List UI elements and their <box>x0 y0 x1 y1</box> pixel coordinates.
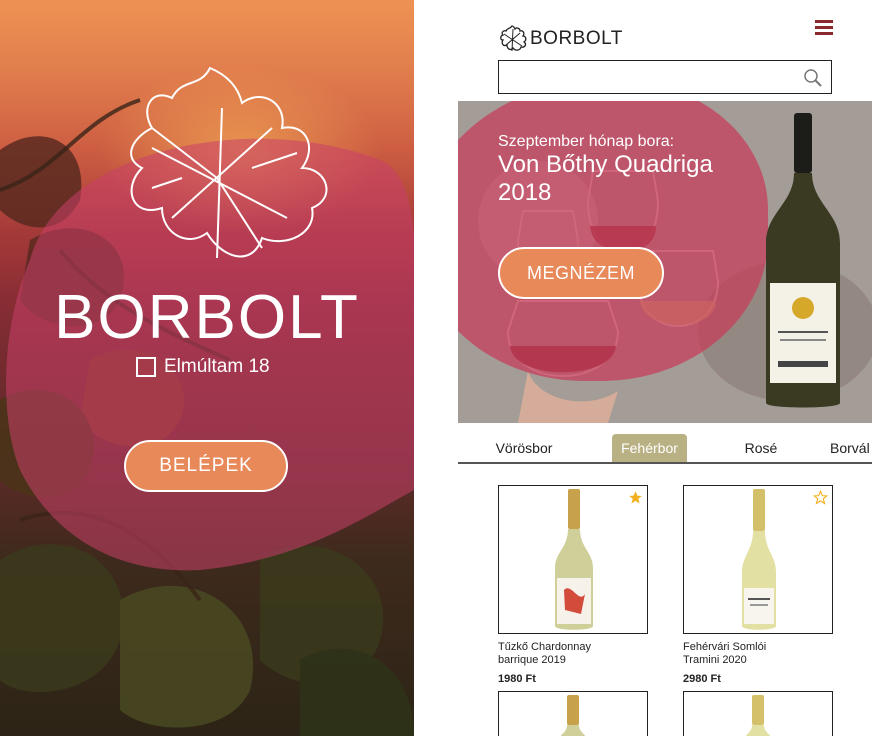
star-filled-icon[interactable] <box>628 490 643 505</box>
category-tabs: Vörösbor Fehérbor Rosé Borvál <box>458 434 872 464</box>
product-name-line2: Tramini 2020 <box>683 654 747 666</box>
featured-wine-banner[interactable]: Szeptember hónap bora: Von Bőthy Quadrig… <box>458 101 872 423</box>
header-logo[interactable]: BORBOLT <box>498 24 623 54</box>
product-name-line2: barrique 2019 <box>498 654 566 666</box>
search-icon[interactable] <box>803 68 823 88</box>
product-name-line1: Tűzkő Chardonnay <box>498 641 591 653</box>
grape-leaf-logo-icon <box>500 25 527 52</box>
product-name: Tűzkő Chardonnay barrique 2019 <box>498 641 648 667</box>
hamburger-menu-icon[interactable] <box>815 20 833 35</box>
tab-borvalogatas[interactable]: Borvál <box>830 434 872 462</box>
shop-screen: BORBOLT Szeptember hónap bora: Von Bőthy… <box>414 0 872 736</box>
product-card[interactable]: Tűzkő Chardonnay barrique 2019 1980 Ft <box>498 485 648 685</box>
search-bar[interactable] <box>498 60 832 94</box>
star-outline-icon[interactable] <box>813 490 828 505</box>
tab-voros[interactable]: Vörösbor <box>488 434 560 462</box>
product-price: 2980 Ft <box>683 673 721 685</box>
tab-feher[interactable]: Fehérbor <box>612 434 687 462</box>
enter-button[interactable]: BELÉPEK <box>124 440 288 492</box>
product-image[interactable] <box>683 485 833 634</box>
product-name-line1: Fehérvári Somlói <box>683 641 767 653</box>
header-logo-text: BORBOLT <box>530 28 623 49</box>
search-input[interactable] <box>499 61 789 91</box>
wine-bottle-image <box>555 489 593 630</box>
product-card[interactable]: Fehérvári Somlói Tramini 2020 2980 Ft <box>683 485 833 685</box>
product-card[interactable] <box>683 691 833 736</box>
splash-screen: BORBOLT Elmúltam 18 BELÉPEK <box>0 0 414 736</box>
age-checkbox-label: Elmúltam 18 <box>164 356 270 377</box>
product-image[interactable] <box>498 485 648 634</box>
wine-bottle-image <box>742 489 776 630</box>
wine-bottle-image <box>766 113 840 408</box>
hero-subtitle: Szeptember hónap bora: <box>498 133 675 150</box>
hero-title: Von Bőthy Quadriga 2018 <box>498 151 713 206</box>
wine-bottle-image <box>746 695 770 736</box>
tab-rose[interactable]: Rosé <box>740 434 782 462</box>
product-price: 1980 Ft <box>498 673 536 685</box>
view-wine-button[interactable]: MEGNÉZEM <box>498 247 664 299</box>
wine-bottle-image <box>561 695 585 736</box>
product-card[interactable] <box>498 691 648 736</box>
product-name: Fehérvári Somlói Tramini 2020 <box>683 641 833 667</box>
age-checkbox[interactable] <box>136 357 156 377</box>
splash-brand-title: BORBOLT <box>54 283 360 352</box>
age-confirmation[interactable]: Elmúltam 18 <box>136 356 270 378</box>
